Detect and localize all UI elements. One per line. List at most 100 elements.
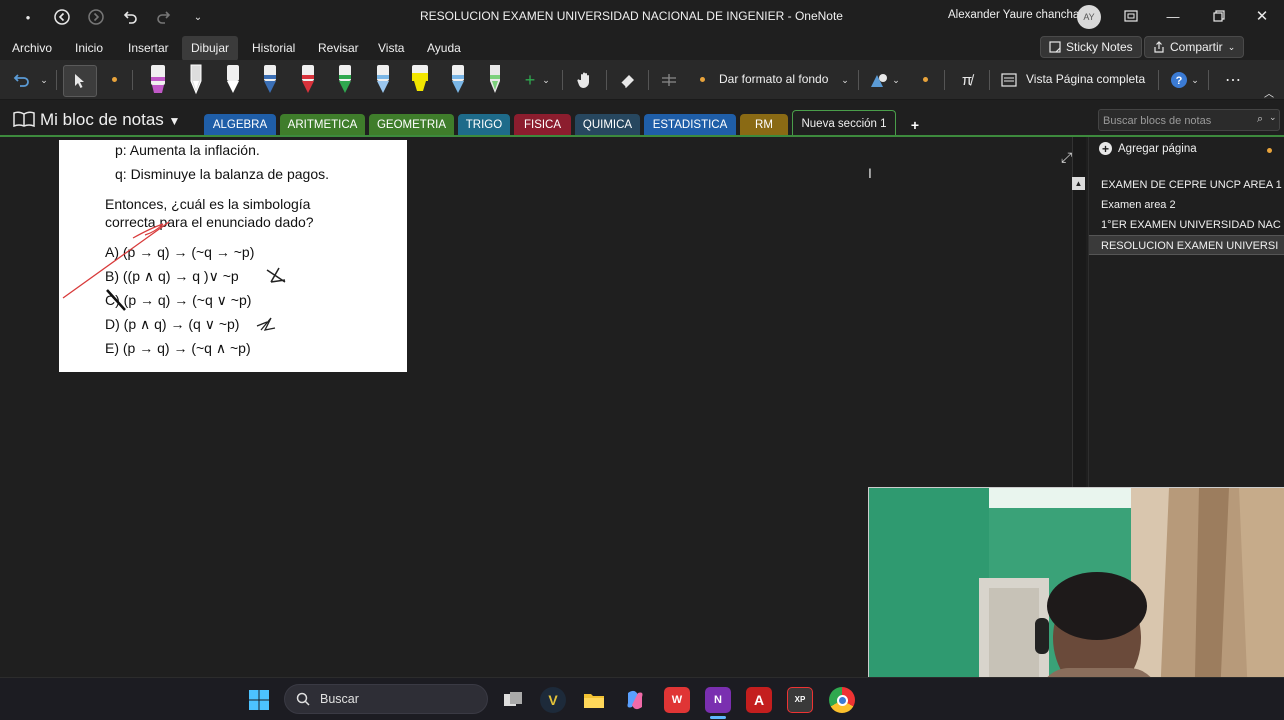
notebook-title[interactable]: Mi bloc de notas ▼ xyxy=(40,110,180,130)
avatar[interactable]: AY xyxy=(1077,5,1101,29)
divider xyxy=(56,70,57,90)
full-page-view-icon[interactable] xyxy=(999,68,1019,92)
menu-historial[interactable]: Historial xyxy=(244,39,303,57)
menu-insertar[interactable]: Insertar xyxy=(120,39,177,57)
windows-start-icon[interactable] xyxy=(246,687,272,713)
vivaldi-icon[interactable]: V xyxy=(540,687,566,713)
sticky-notes-button[interactable]: Sticky Notes xyxy=(1040,36,1142,58)
add-section-icon[interactable]: + xyxy=(904,114,926,135)
pen-white-icon[interactable] xyxy=(221,63,245,97)
task-view-icon[interactable] xyxy=(500,687,526,713)
pen-green-icon[interactable] xyxy=(333,63,357,97)
close-icon[interactable]: ✕ xyxy=(1249,5,1275,27)
minimize-icon[interactable]: — xyxy=(1160,5,1186,27)
help-icon[interactable]: ? xyxy=(1168,68,1190,92)
back-icon[interactable] xyxy=(52,7,72,27)
share-icon xyxy=(1154,41,1164,53)
ruler-icon[interactable] xyxy=(659,68,679,92)
customize-toolbar-icon[interactable]: ⌄ xyxy=(188,7,208,27)
pen-red-icon[interactable] xyxy=(296,63,320,97)
pen-blue-icon[interactable] xyxy=(258,63,282,97)
search-input[interactable] xyxy=(1103,113,1253,128)
notebook-search-box[interactable]: ⌕ ⌄ xyxy=(1098,109,1280,131)
pen-galaxy-icon[interactable] xyxy=(371,63,395,97)
menu-inicio[interactable]: Inicio xyxy=(67,39,111,57)
chevron-down-icon[interactable]: ⌄ xyxy=(541,68,551,92)
add-page-label: Agregar página xyxy=(1118,142,1197,155)
forward-icon[interactable] xyxy=(86,7,106,27)
lasso-undo-icon[interactable] xyxy=(10,68,32,92)
tab-quimica[interactable]: QUIMICA xyxy=(575,114,640,135)
chrome-icon[interactable] xyxy=(829,687,855,713)
tab-fisica[interactable]: FISICA xyxy=(514,114,571,135)
user-name[interactable]: Alexander Yaure chancha xyxy=(948,9,1079,21)
pen-lightblue-icon[interactable] xyxy=(446,63,470,97)
tab-nueva-seccion[interactable]: Nueva sección 1 xyxy=(792,110,896,137)
add-page-button[interactable]: + Agregar página xyxy=(1099,142,1197,155)
handwritten-ink xyxy=(62,221,286,331)
copilot-icon[interactable] xyxy=(622,687,648,713)
highlighter-yellow-icon[interactable] xyxy=(408,63,432,97)
tab-label: Nueva sección 1 xyxy=(801,118,887,130)
page-item[interactable]: Examen area 2 xyxy=(1089,195,1284,215)
sticky-note-icon xyxy=(1049,41,1061,53)
menu-vista[interactable]: Vista xyxy=(370,39,412,57)
select-tool-button[interactable] xyxy=(63,65,97,97)
tab-aritmetica[interactable]: ARITMETICA xyxy=(280,114,365,135)
acrobat-icon[interactable]: A xyxy=(746,687,772,713)
redo-icon[interactable] xyxy=(154,7,174,27)
exam-image[interactable]: p: Aumenta la inflación. q: Disminuye la… xyxy=(59,140,407,372)
expand-icon[interactable]: ⤢ xyxy=(1061,149,1072,166)
full-page-view-button[interactable]: Vista Página completa xyxy=(1026,72,1145,86)
sticky-notes-label: Sticky Notes xyxy=(1066,40,1133,54)
format-background-button[interactable]: Dar formato al fondo xyxy=(719,72,828,86)
divider xyxy=(1158,70,1159,90)
tab-algebra[interactable]: ALGEBRA xyxy=(204,114,276,135)
onenote-icon[interactable]: N xyxy=(705,687,731,713)
search-icon[interactable]: ⌕ xyxy=(1257,113,1263,126)
tab-geometria[interactable]: GEOMETRIA xyxy=(369,114,454,135)
eraser-icon[interactable] xyxy=(617,68,639,92)
chevron-down-icon[interactable]: ⌄ xyxy=(840,68,850,92)
taskbar-search[interactable]: Buscar xyxy=(284,684,488,714)
fullscreen-icon[interactable] xyxy=(1118,5,1144,27)
hand-pan-icon[interactable] xyxy=(574,68,596,92)
menu-revisar[interactable]: Revisar xyxy=(310,39,367,57)
shapes-icon[interactable] xyxy=(868,68,890,92)
pencil-white-icon[interactable] xyxy=(184,63,208,97)
color-dot xyxy=(112,77,117,82)
notebook-icon xyxy=(13,111,35,127)
menu-ayuda[interactable]: Ayuda xyxy=(419,39,469,57)
tab-trigo[interactable]: TRIGO xyxy=(458,114,510,135)
file-explorer-icon[interactable] xyxy=(581,687,607,713)
chevron-down-icon[interactable]: ⌄ xyxy=(1190,68,1200,92)
menu-dibujar[interactable]: Dibujar xyxy=(182,36,239,61)
tab-rm[interactable]: RM xyxy=(740,114,788,135)
tab-label: ARITMETICA xyxy=(287,118,358,131)
more-options-icon[interactable]: ⋯ xyxy=(1222,68,1244,92)
color-dot xyxy=(923,77,928,82)
divider xyxy=(944,70,945,90)
cursor-arrow-icon xyxy=(75,74,84,88)
chevron-down-icon[interactable]: ⌄ xyxy=(891,68,901,92)
highlighter-purple-icon[interactable] xyxy=(146,63,170,97)
pen-lightgreen-icon[interactable] xyxy=(483,63,507,97)
ink-to-math-icon[interactable]: π̸ xyxy=(955,68,979,92)
tab-estadistica[interactable]: ESTADISTICA xyxy=(644,114,736,135)
scroll-up-icon[interactable]: ▲ xyxy=(1072,177,1085,190)
page-item[interactable]: 1°ER EXAMEN UNIVERSIDAD NAC xyxy=(1089,215,1284,235)
page-item-selected[interactable]: RESOLUCION EXAMEN UNIVERSI xyxy=(1089,235,1284,255)
restore-icon[interactable] xyxy=(1206,5,1232,27)
menu-archivo[interactable]: Archivo xyxy=(4,39,60,57)
divider xyxy=(989,70,990,90)
chevron-down-icon[interactable]: ⌄ xyxy=(1269,112,1277,123)
chevron-down-icon[interactable]: ⌄ xyxy=(38,68,50,92)
page-item[interactable]: EXAMEN DE CEPRE UNCP AREA 1 xyxy=(1089,175,1284,195)
svg-text:?: ? xyxy=(1176,75,1183,87)
xppen-icon[interactable]: XP xyxy=(787,687,813,713)
tab-label: RM xyxy=(755,118,773,131)
share-button[interactable]: Compartir ⌄ xyxy=(1144,36,1245,58)
undo-icon[interactable] xyxy=(120,7,140,27)
wps-office-icon[interactable]: W xyxy=(664,687,690,713)
add-pen-icon[interactable]: + xyxy=(522,68,538,92)
